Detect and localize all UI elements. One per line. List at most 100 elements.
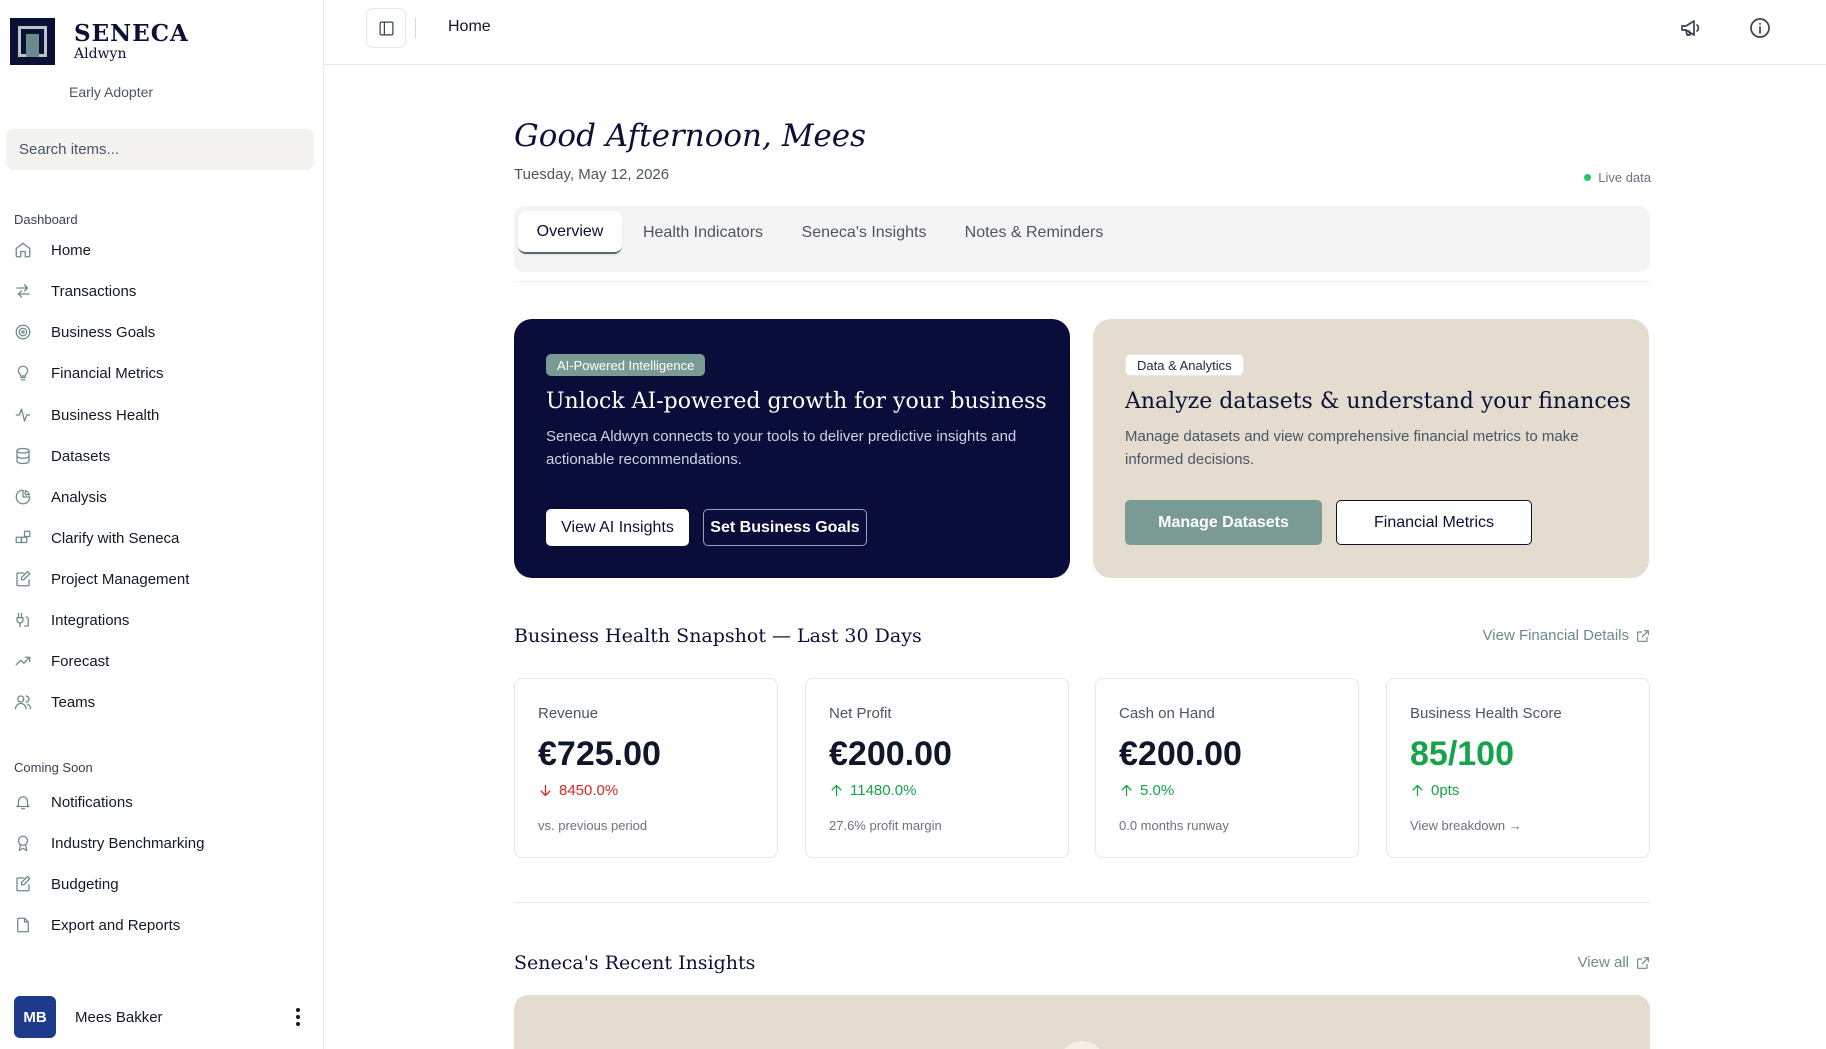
data-card-title: Analyze datasets & understand your finan… xyxy=(1125,389,1631,414)
page-title: Good Afternoon, Mees xyxy=(514,118,867,154)
tab-overview[interactable]: Overview xyxy=(518,211,622,254)
snapshot-title: Business Health Snapshot — Last 30 Days xyxy=(514,625,922,647)
sidebar-item-label: Business Goals xyxy=(51,323,156,341)
sidebar-item-notifications[interactable]: Notifications xyxy=(14,785,310,819)
sidebar-item-label: Notifications xyxy=(51,793,133,811)
metric-label: Cash on Hand xyxy=(1119,705,1215,722)
bell-icon xyxy=(16,796,30,810)
metric-label: Revenue xyxy=(538,705,599,722)
metric-card-revenue[interactable]: Revenue €725.00 8450.0% vs. previous per… xyxy=(514,678,778,858)
view-breakdown-link[interactable]: View breakdown → xyxy=(1410,818,1522,833)
metric-card-net-profit[interactable]: Net Profit €200.00 11480.0% 27.6% profit… xyxy=(805,678,1069,858)
edit-doc-icon xyxy=(16,570,31,587)
insights-panel xyxy=(514,995,1650,1049)
sidebar-item-industry-benchmarking[interactable]: Industry Benchmarking xyxy=(14,826,310,860)
lightbulb-icon xyxy=(17,365,29,381)
sidebar-item-clarify[interactable]: Clarify with Seneca xyxy=(14,521,310,555)
breadcrumb[interactable]: Home xyxy=(448,18,491,36)
brand-sub: Aldwyn xyxy=(74,45,127,62)
sidebar-item-label: Budgeting xyxy=(51,875,119,893)
live-label: Live data xyxy=(1598,170,1651,185)
current-date: Tuesday, May 12, 2026 xyxy=(514,166,670,183)
metric-change: 5.0% xyxy=(1119,782,1174,799)
metric-label: Business Health Score xyxy=(1410,705,1562,722)
arrow-up-icon xyxy=(1121,784,1132,797)
metric-value: €200.00 xyxy=(1119,735,1242,773)
sidebar-item-export-reports[interactable]: Export and Reports xyxy=(14,908,310,942)
brand-name: SENECA xyxy=(74,19,189,47)
arrow-up-icon xyxy=(831,784,842,797)
metric-change: 11480.0% xyxy=(829,782,916,799)
link-label: View all xyxy=(1577,954,1629,971)
insight-icon-placeholder xyxy=(1058,1041,1106,1049)
home-icon xyxy=(15,242,31,258)
sidebar-item-business-goals[interactable]: Business Goals xyxy=(14,315,310,349)
blocks-icon xyxy=(15,530,31,544)
sidebar-item-transactions[interactable]: Transactions xyxy=(14,274,310,308)
metric-note: 27.6% profit margin xyxy=(829,818,942,833)
view-ai-insights-button[interactable]: View AI Insights xyxy=(546,509,689,546)
sidebar-item-analysis[interactable]: Analysis xyxy=(14,480,310,514)
user-name: Mees Bakker xyxy=(75,1008,163,1026)
sidebar-item-label: Industry Benchmarking xyxy=(51,834,205,852)
file-icon xyxy=(17,917,29,933)
award-icon xyxy=(17,835,29,852)
plug-icon xyxy=(16,612,29,628)
metric-value: €200.00 xyxy=(829,735,952,773)
more-vertical-icon[interactable] xyxy=(286,1004,310,1030)
tab-senecas-insights[interactable]: Seneca's Insights xyxy=(799,211,929,254)
pie-chart-icon xyxy=(15,489,31,505)
live-indicator: Live data xyxy=(1584,170,1651,185)
sidebar-item-label: Analysis xyxy=(51,488,107,506)
metric-card-cash-on-hand[interactable]: Cash on Hand €200.00 5.0% 0.0 months run… xyxy=(1095,678,1359,858)
sidebar-item-project-management[interactable]: Project Management xyxy=(14,562,310,596)
manage-datasets-button[interactable]: Manage Datasets xyxy=(1125,500,1322,545)
metric-card-health-score[interactable]: Business Health Score 85/100 0pts View b… xyxy=(1386,678,1650,858)
data-card-description: Manage datasets and view comprehensive f… xyxy=(1125,428,1579,468)
search-input[interactable]: Search items... xyxy=(6,129,314,170)
external-link-icon xyxy=(1637,629,1649,642)
view-all-insights-link[interactable]: View all xyxy=(1578,954,1651,971)
megaphone-icon[interactable] xyxy=(1679,16,1703,40)
financial-metrics-button[interactable]: Financial Metrics xyxy=(1336,500,1532,545)
user-profile[interactable]: MB Mees Bakker xyxy=(14,996,310,1038)
tab-notes-reminders[interactable]: Notes & Reminders xyxy=(959,211,1109,254)
ai-card-description: Seneca Aldwyn connects to your tools to … xyxy=(546,428,1017,468)
sidebar-item-label: Datasets xyxy=(51,447,111,465)
sidebar-item-forecast[interactable]: Forecast xyxy=(14,644,310,678)
tab-health-indicators[interactable]: Health Indicators xyxy=(633,211,773,254)
sidebar-item-business-health[interactable]: Business Health xyxy=(14,398,310,432)
metric-note: 0.0 months runway xyxy=(1119,818,1229,833)
info-icon[interactable] xyxy=(1748,16,1772,40)
avatar: MB xyxy=(14,996,56,1038)
metric-label: Net Profit xyxy=(829,705,892,722)
set-business-goals-button[interactable]: Set Business Goals xyxy=(703,509,867,546)
metric-change: 0pts xyxy=(1410,782,1459,799)
sidebar-item-home[interactable]: Home xyxy=(14,233,310,267)
sidebar-item-integrations[interactable]: Integrations xyxy=(14,603,310,637)
arrows-swap-icon xyxy=(16,284,30,298)
metric-change: 8450.0% xyxy=(538,782,618,799)
trend-icon xyxy=(15,656,31,666)
sidebar-item-datasets[interactable]: Datasets xyxy=(14,439,310,473)
arrow-up-icon xyxy=(1412,784,1423,797)
live-dot-icon xyxy=(1584,174,1592,181)
target-icon xyxy=(15,324,31,340)
sidebar-item-teams[interactable]: Teams xyxy=(14,685,310,719)
sidebar-toggle-button[interactable] xyxy=(366,8,406,48)
data-badge: Data & Analytics xyxy=(1125,354,1244,376)
ai-card-title: Unlock AI-powered growth for your busine… xyxy=(546,389,1047,414)
view-financial-details-link[interactable]: View Financial Details xyxy=(1483,627,1651,644)
sidebar-item-label: Teams xyxy=(51,693,96,711)
plan-label: Early Adopter xyxy=(69,84,154,100)
sidebar-item-budgeting[interactable]: Budgeting xyxy=(14,867,310,901)
sidebar-item-label: Transactions xyxy=(51,282,137,300)
ai-promo-card: AI-Powered Intelligence Unlock AI-powere… xyxy=(514,319,1070,578)
section-coming-soon: Coming Soon xyxy=(14,760,93,775)
sidebar-item-label: Financial Metrics xyxy=(51,364,164,382)
database-icon xyxy=(16,447,30,465)
sidebar-item-label: Home xyxy=(51,241,92,259)
sidebar-item-financial-metrics[interactable]: Financial Metrics xyxy=(14,356,310,390)
brand[interactable]: SENECA Aldwyn xyxy=(10,18,189,65)
metric-value: 85/100 xyxy=(1410,735,1514,773)
